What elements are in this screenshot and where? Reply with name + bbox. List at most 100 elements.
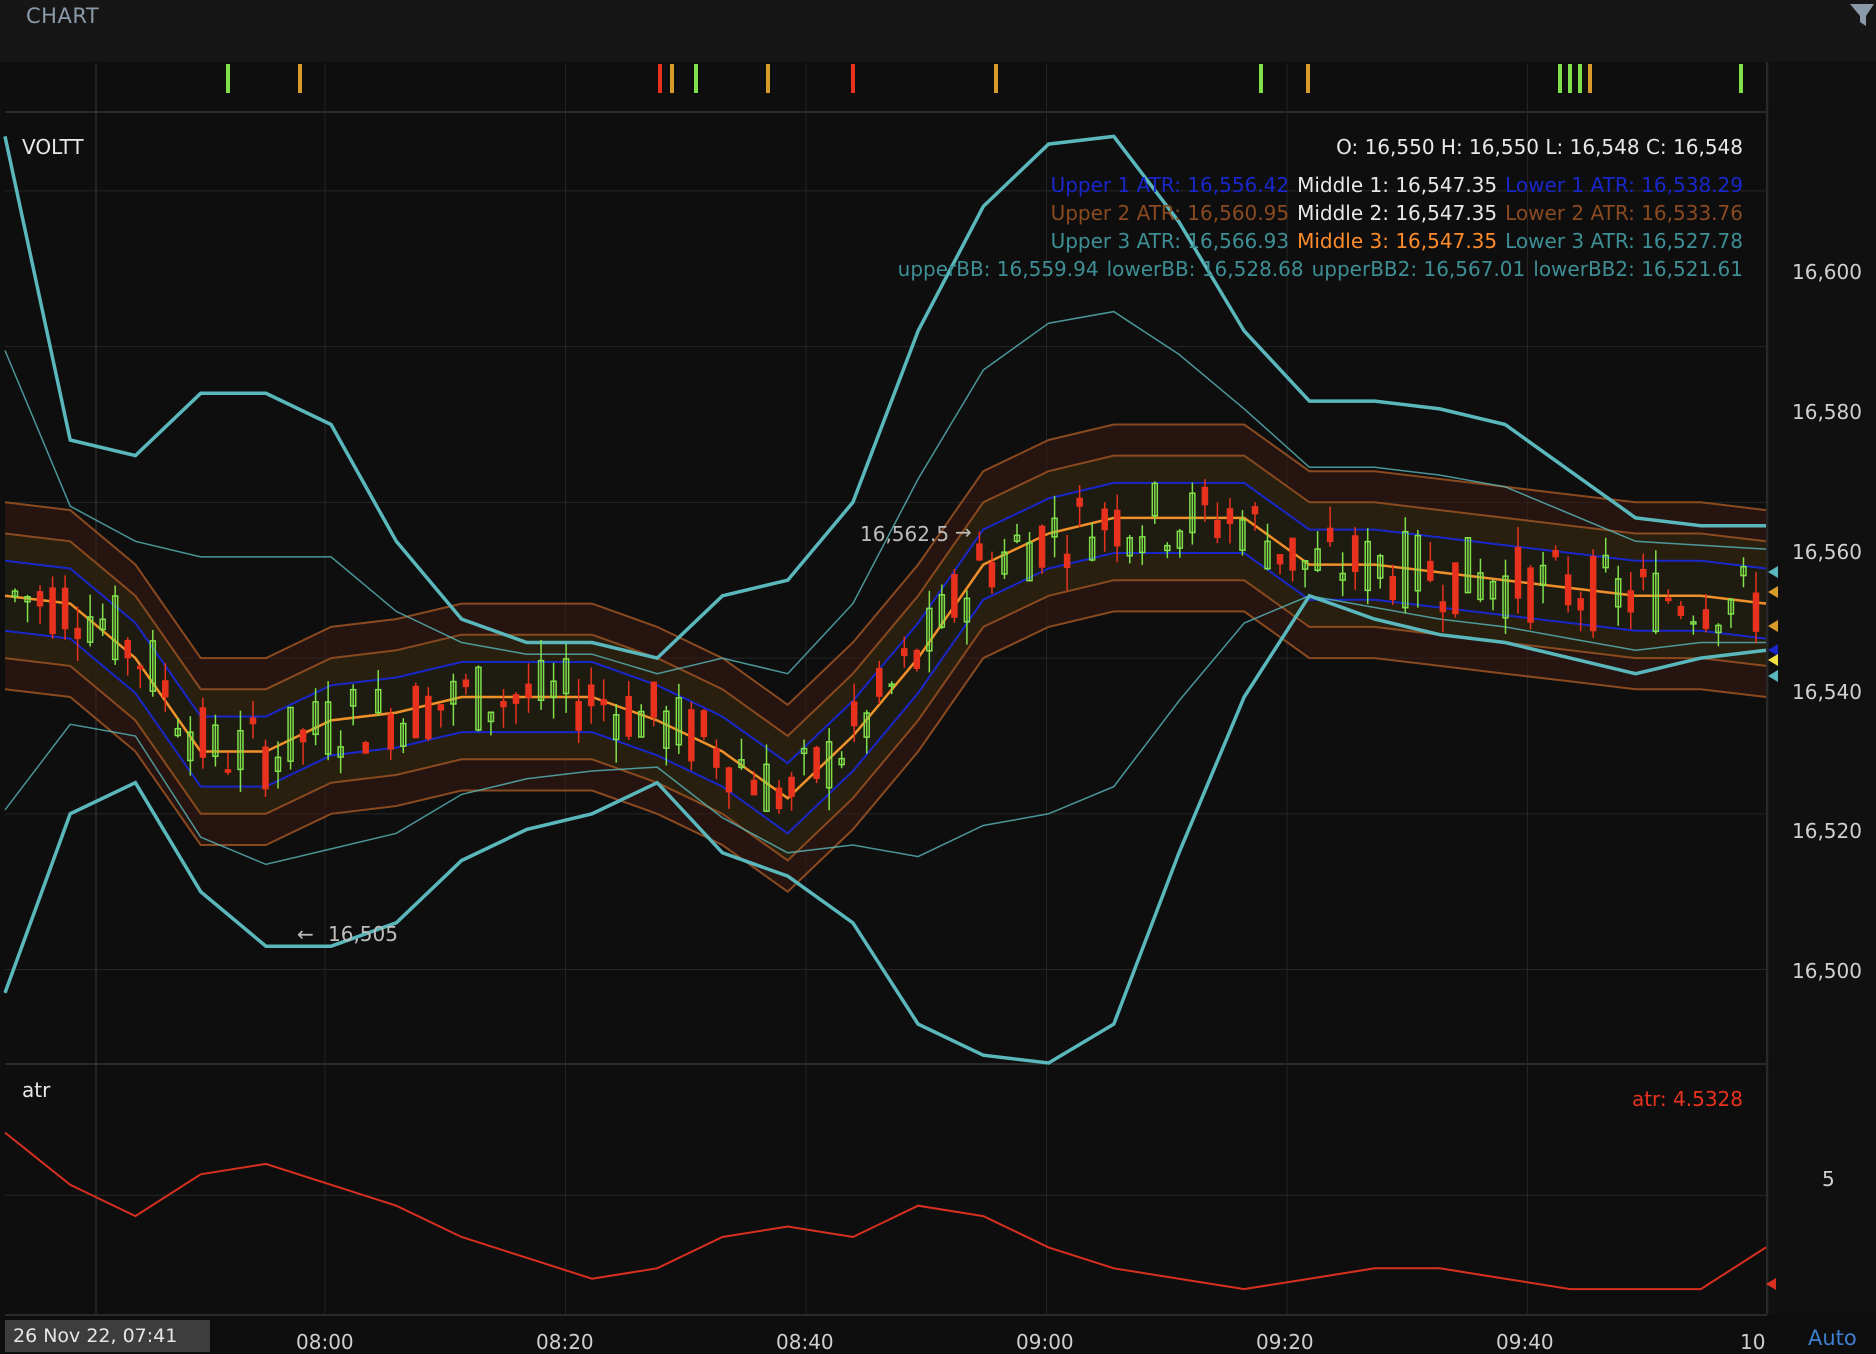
legend-entry: Middle 3: 16,547.35 <box>1297 229 1498 253</box>
signal-tick <box>994 64 998 93</box>
signal-tick <box>694 64 698 93</box>
candle-body <box>850 701 858 727</box>
legend-row: upperBB: 16,559.94 lowerBB: 16,528.68 uppe… <box>898 257 1743 281</box>
legend-entry: Upper 3 ATR: 16,566.93 <box>1050 229 1290 253</box>
symbol-label: VOLTT <box>22 135 84 159</box>
atr-tick: 5 <box>1822 1167 1835 1191</box>
candle-body <box>137 665 144 670</box>
signal-tick <box>658 64 662 93</box>
candle-body <box>1427 560 1434 581</box>
signal-tick <box>1259 64 1263 93</box>
price-axis-marker <box>1768 620 1778 632</box>
signal-tick <box>766 64 770 93</box>
candle-body <box>1752 592 1760 632</box>
candle-body <box>700 710 708 738</box>
candle-body <box>249 717 257 725</box>
price-axis-marker <box>1768 566 1778 578</box>
signal-tick <box>298 64 302 93</box>
candle-body <box>1640 568 1647 578</box>
legend-entry: Lower 3 ATR: 16,527.78 <box>1505 229 1743 253</box>
legend-entry: lowerBB: 16,528.68 <box>1106 257 1304 281</box>
candle-body <box>412 685 420 739</box>
legend-entry: Lower 1 ATR: 16,538.29 <box>1505 173 1743 197</box>
auto-scale-button[interactable]: Auto <box>1808 1326 1857 1350</box>
legend-entry: Middle 2: 16,547.35 <box>1297 201 1498 225</box>
candle-body <box>387 713 395 750</box>
candle-body <box>976 543 983 561</box>
candle-body <box>1677 605 1685 616</box>
signal-tick <box>1739 64 1743 93</box>
ohlc-readout: O: 16,550 H: 16,550 L: 16,548 C: 16,548 <box>1336 135 1743 159</box>
candle-body <box>500 700 507 708</box>
legend-row: Upper 1 ATR: 16,556.42 Middle 1: 16,547.3… <box>1051 173 1743 197</box>
signal-tick <box>1588 64 1592 93</box>
candle-body <box>575 700 582 731</box>
candle-body <box>1101 508 1108 531</box>
candle-body <box>1627 590 1634 613</box>
candle-body <box>362 742 369 754</box>
low-marker-arrow: ← <box>297 922 314 946</box>
candle-body <box>725 767 733 793</box>
high-marker-arrow: → <box>955 520 972 544</box>
candle-body <box>951 573 958 618</box>
legend-entry: Middle 1: 16,547.35 <box>1297 173 1498 197</box>
candle-body <box>1564 574 1572 606</box>
time-tick: 10 <box>1740 1330 1766 1354</box>
candle-body <box>688 709 695 762</box>
signal-tick <box>1568 64 1572 93</box>
candle-body <box>1527 567 1534 623</box>
candle-body <box>1665 597 1672 602</box>
candle-body <box>262 746 269 790</box>
candle-body <box>713 748 720 768</box>
candle-body <box>1201 486 1209 506</box>
candle-body <box>1439 601 1447 613</box>
candle-body <box>199 707 207 758</box>
candle-body <box>600 699 607 706</box>
candle-body <box>1038 525 1046 568</box>
price-tick: 16,560 <box>1792 540 1862 564</box>
legend-entry: upperBB2: 16,567.01 <box>1311 257 1526 281</box>
candle-body <box>788 776 795 797</box>
time-tick: 08:20 <box>536 1330 594 1354</box>
candle-body <box>1276 554 1284 565</box>
time-tick: 08:40 <box>776 1330 834 1354</box>
candle-body <box>61 587 69 630</box>
candle-body <box>1389 576 1397 601</box>
candle-body <box>36 591 44 607</box>
price-axis-marker <box>1768 654 1778 666</box>
crosshair-date-label: 26 Nov 22, 07:41 <box>5 1320 210 1352</box>
legend-entry: Lower 2 ATR: 16,533.76 <box>1505 201 1743 225</box>
price-tick: 16,540 <box>1792 680 1862 704</box>
price-tick: 16,600 <box>1792 260 1862 284</box>
candle-body <box>775 787 783 810</box>
candle-body <box>74 627 81 640</box>
legend-entry: lowerBB2: 16,521.61 <box>1533 257 1743 281</box>
time-tick: 08:00 <box>296 1330 354 1354</box>
candle-body <box>1326 527 1334 543</box>
candle-body <box>901 648 908 657</box>
candle-body <box>462 679 470 688</box>
signal-tick <box>1578 64 1582 93</box>
price-axis-marker <box>1768 586 1778 598</box>
candle-body <box>525 683 532 698</box>
signal-tick <box>851 64 855 93</box>
price-tick: 16,500 <box>1792 959 1862 983</box>
candle-body <box>512 694 520 704</box>
candle-body <box>1577 598 1584 611</box>
price-tick: 16,580 <box>1792 400 1862 424</box>
time-tick: 09:20 <box>1256 1330 1314 1354</box>
low-marker-label: 16,505 <box>328 922 398 946</box>
candle-body <box>1289 537 1296 571</box>
price-axis-marker <box>1768 670 1778 682</box>
candle-body <box>875 667 883 697</box>
candle-body <box>425 695 432 740</box>
high-marker-label: 16,562.5 <box>860 522 950 546</box>
legend-entry: Upper 1 ATR: 16,556.42 <box>1050 173 1290 197</box>
candle-body <box>437 704 445 711</box>
candle-body <box>1226 508 1234 525</box>
candle-body <box>1552 549 1559 558</box>
candle-body <box>1351 535 1359 573</box>
time-tick: 09:40 <box>1496 1330 1554 1354</box>
candle-body <box>124 639 131 659</box>
candle-body <box>1113 509 1121 547</box>
